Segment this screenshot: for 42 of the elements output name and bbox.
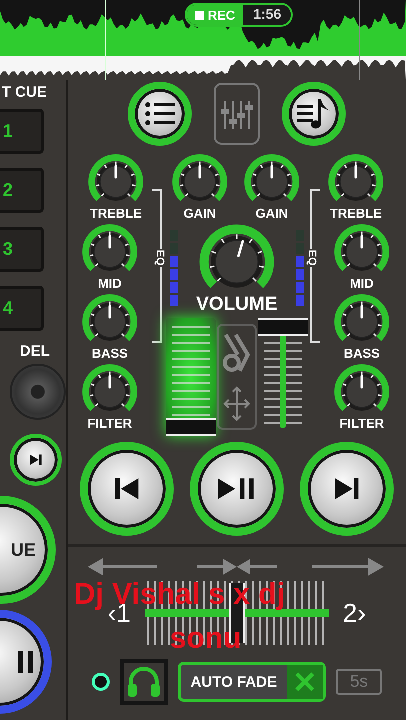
next-icon	[29, 453, 43, 467]
headphones-button[interactable]	[120, 659, 168, 705]
pause-icon	[18, 651, 34, 673]
eq-label: EQ	[153, 249, 168, 267]
list-icon	[145, 102, 175, 126]
close-icon	[295, 672, 316, 692]
knob-label: TREBLE	[330, 206, 382, 221]
knob-label: BASS	[92, 346, 128, 361]
channel-fader[interactable]	[166, 318, 216, 436]
loop-icon	[222, 332, 252, 372]
record-time: 1:56	[243, 5, 292, 25]
cue-button[interactable]: 2	[0, 168, 44, 213]
deck-two-label: 2›	[343, 598, 366, 628]
skip-button[interactable]	[10, 434, 62, 486]
fader-handle[interactable]	[166, 418, 216, 436]
mixer-button[interactable]	[214, 83, 260, 145]
delete-label: DEL	[20, 343, 50, 360]
move-icon	[223, 386, 251, 422]
knob-label: MID	[98, 276, 122, 291]
cue-button[interactable]: 3	[0, 227, 44, 272]
caption-text: sonu	[170, 621, 242, 657]
knob-label: MID	[350, 276, 374, 291]
cue-play-button[interactable]: UE	[0, 496, 56, 604]
knob-label: FILTER	[340, 416, 384, 431]
fader-handle[interactable]	[258, 318, 308, 336]
cue-title: T CUE	[2, 84, 47, 101]
knob-label: GAIN	[184, 206, 216, 221]
music-list-icon	[297, 97, 331, 131]
knob-label: GAIN	[256, 206, 288, 221]
ring-icon	[92, 673, 110, 691]
cue-button[interactable]: 1	[0, 109, 44, 154]
auto-fade-button[interactable]: AUTO FADE	[178, 662, 326, 702]
knob-label: BASS	[344, 346, 380, 361]
knob-label: TREBLE	[90, 206, 142, 221]
eq-label: EQ	[304, 249, 319, 267]
knob-label: FILTER	[88, 416, 132, 431]
headphones-icon	[126, 666, 161, 698]
sync-button[interactable]	[217, 324, 257, 430]
cue-button[interactable]: 4	[0, 286, 44, 331]
stop-icon	[195, 10, 204, 20]
record-control[interactable]: REC 1:56	[185, 3, 294, 27]
volume-label: VOLUME	[196, 294, 278, 316]
